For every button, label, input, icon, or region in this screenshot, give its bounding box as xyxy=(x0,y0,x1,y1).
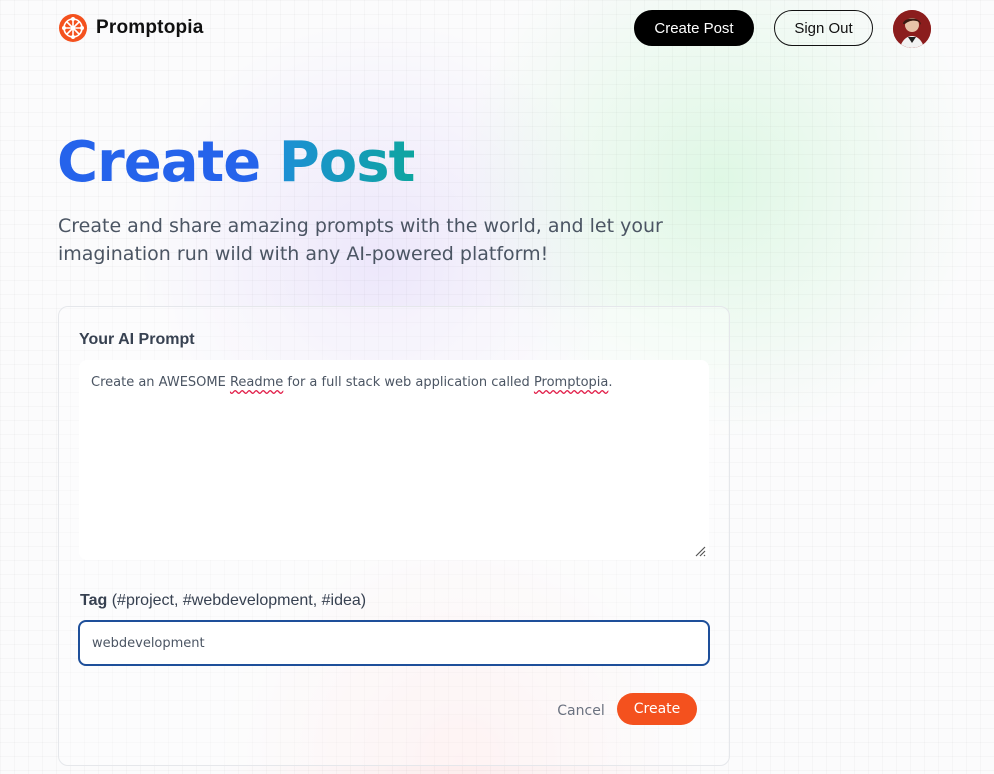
page-title-post: Post xyxy=(278,130,416,195)
page-description: Create and share amazing prompts with th… xyxy=(58,215,663,265)
prompt-text-3: . xyxy=(608,375,613,390)
prompt-text-1: Create an AWESOME xyxy=(91,375,230,390)
tag-label-title: Tag xyxy=(80,592,108,609)
cancel-button[interactable]: Cancel xyxy=(556,700,606,722)
create-button[interactable]: Create xyxy=(617,693,697,725)
prompt-text-promptopia: Promptopia xyxy=(533,375,609,390)
sign-out-button[interactable]: Sign Out xyxy=(774,10,873,46)
tag-input[interactable]: webdevelopment xyxy=(78,620,710,666)
tag-label: Tag (#project, #webdevelopment, #idea) xyxy=(80,592,366,610)
resize-handle-icon[interactable] xyxy=(692,543,706,557)
logo-text[interactable]: Promptopia xyxy=(96,17,204,39)
tag-input-value: webdevelopment xyxy=(92,635,205,651)
prompt-textarea[interactable]: Create an AWESOME Readme for a full stac… xyxy=(79,360,709,560)
logo-icon[interactable] xyxy=(57,12,89,44)
prompt-text-2: for a full stack web application called xyxy=(283,375,534,390)
prompt-label: Your AI Prompt xyxy=(79,331,195,348)
avatar[interactable] xyxy=(893,10,931,48)
tag-label-hint: (#project, #webdevelopment, #idea) xyxy=(111,592,367,609)
page-title-create: Create xyxy=(57,130,261,195)
create-post-button[interactable]: Create Post xyxy=(634,10,754,46)
prompt-text-readme: Readme xyxy=(229,375,284,390)
page-title: Create Post xyxy=(57,130,416,196)
